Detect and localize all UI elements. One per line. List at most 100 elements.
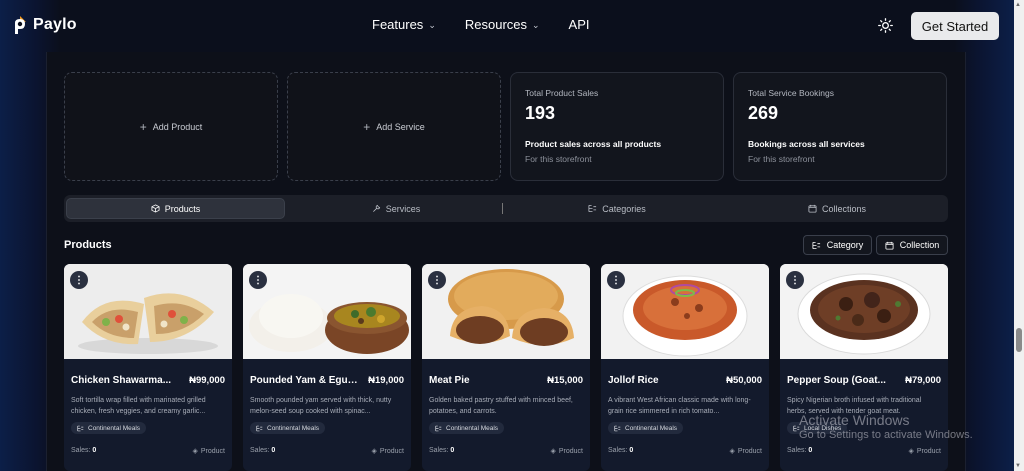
stat-card-service-bookings: Total Service Bookings 269 Bookings acro… (733, 72, 947, 181)
nav-item-label: API (568, 17, 590, 32)
calendar-icon (885, 241, 894, 250)
product-card[interactable]: ⋮ Jollof Rice ₦50,000 A vibrant West Afr… (601, 264, 769, 471)
category-badge-label: Continental Meals (267, 424, 320, 432)
product-price: ₦50,000 (726, 375, 762, 386)
product-type-label: Product (379, 447, 404, 455)
plus-icon: + (139, 119, 147, 134)
tab-products[interactable]: Products (66, 198, 285, 219)
tab-categories[interactable]: Categories (507, 198, 727, 219)
product-menu-button[interactable]: ⋮ (607, 271, 625, 289)
product-card[interactable]: ⋮ Chicken Shawarma... ₦99,000 Soft torti… (64, 264, 232, 471)
product-card[interactable]: ⋮ Pounded Yam & Egusi... ₦19,000 Smooth … (243, 264, 411, 471)
scrollbar-thumb[interactable] (1016, 328, 1022, 352)
product-category-badge: Continental Meals (608, 422, 684, 434)
product-image-pounded-yam (243, 264, 411, 359)
sales-label: Sales: (71, 447, 91, 454)
sales-count: 0 (629, 447, 634, 454)
stat-subtitle: Bookings across all services (748, 139, 865, 149)
watermark-title: Activate Windows (799, 412, 910, 428)
product-description: Golden baked pastry stuffed with minced … (429, 397, 573, 415)
calendar-icon (808, 204, 817, 213)
product-sales: Sales: 0 (71, 447, 96, 454)
dashboard-panel: + Add Product + Add Service Total Produc… (46, 52, 966, 471)
category-filter-button[interactable]: Category (803, 235, 872, 255)
product-price: ₦79,000 (905, 375, 941, 386)
product-sales: Sales: 0 (787, 447, 812, 454)
tab-services[interactable]: Services (286, 198, 506, 219)
tab-label: Services (385, 203, 421, 214)
product-category-badge: Continental Meals (429, 422, 505, 434)
product-name: Jollof Rice (608, 375, 659, 386)
box-icon: ◈ (550, 448, 556, 455)
product-image-meat-pie (422, 264, 590, 359)
nav-item-features[interactable]: Features ⌄ (372, 17, 436, 32)
scroll-up-arrow-icon[interactable]: ▲ (1015, 2, 1021, 8)
main-menu: Features ⌄ Resources ⌄ API (372, 17, 590, 32)
stat-value: 269 (748, 103, 779, 123)
product-sales: Sales: 0 (250, 447, 275, 454)
product-menu-button[interactable]: ⋮ (249, 271, 267, 289)
tab-label: Collections (821, 203, 867, 214)
sun-icon[interactable] (878, 18, 893, 33)
sales-count: 0 (92, 447, 97, 454)
box-icon: ◈ (371, 448, 377, 455)
category-icon (614, 425, 621, 431)
product-type-label: Product (916, 447, 941, 455)
product-name: Meat Pie (429, 375, 470, 386)
category-badge-label: Continental Meals (446, 424, 499, 432)
sales-count: 0 (271, 447, 276, 454)
chevron-down-icon: ⌄ (428, 20, 436, 30)
sales-label: Sales: (429, 447, 449, 454)
windows-activation-watermark: Activate Windows Go to Settings to activ… (799, 412, 973, 441)
product-price: ₦15,000 (547, 375, 583, 386)
stat-subtitle: Product sales across all products (525, 139, 662, 149)
nav-item-label: Features (372, 17, 424, 32)
product-price: ₦19,000 (368, 375, 404, 386)
product-name: Pepper Soup (Goat... (787, 375, 886, 386)
product-menu-button[interactable]: ⋮ (428, 271, 446, 289)
nav-item-label: Resources (464, 17, 527, 32)
product-menu-button[interactable]: ⋮ (786, 271, 804, 289)
sales-count: 0 (450, 447, 455, 454)
get-started-button[interactable]: Get Started (911, 12, 999, 40)
product-category-badge: Continental Meals (71, 422, 147, 434)
filter-label: Category (826, 240, 864, 250)
category-icon (256, 425, 263, 431)
product-sales: Sales: 0 (608, 447, 633, 454)
stat-note: For this storefront (748, 154, 815, 164)
add-product-card[interactable]: + Add Product (64, 72, 278, 181)
product-image-pepper-soup (780, 264, 948, 359)
paylo-logo-icon (15, 16, 26, 34)
product-type-label: Product (200, 447, 225, 455)
page-scrollbar[interactable]: ▲ ▼ (1014, 0, 1024, 471)
nav-item-resources[interactable]: Resources ⌄ (465, 17, 540, 32)
tab-collections[interactable]: Collections (727, 198, 947, 219)
nav-item-api[interactable]: API (569, 17, 590, 32)
box-icon (151, 204, 160, 213)
category-icon (812, 241, 820, 249)
stat-value: 193 (525, 103, 556, 123)
category-badge-label: Continental Meals (88, 424, 141, 432)
top-navbar: Paylo Features ⌄ Resources ⌄ API Get Sta… (0, 0, 1014, 52)
product-type: ◈ Product (908, 447, 941, 456)
plus-icon: + (363, 119, 371, 134)
category-icon (77, 425, 84, 431)
add-service-card[interactable]: + Add Service (287, 72, 501, 181)
sales-label: Sales: (250, 447, 270, 454)
product-type: ◈ Product (729, 447, 762, 456)
add-product-label: Add Product (152, 121, 203, 132)
category-icon (588, 204, 597, 213)
product-card[interactable]: ⋮ Meat Pie ₦15,000 Golden baked pastry s… (422, 264, 590, 471)
sales-label: Sales: (787, 447, 807, 454)
product-name: Chicken Shawarma... (71, 375, 172, 386)
sales-count: 0 (808, 447, 813, 454)
box-icon: ◈ (908, 448, 914, 455)
product-image-jollof-rice (601, 264, 769, 359)
product-image-shawarma (64, 264, 232, 359)
product-name: Pounded Yam & Egusi... (250, 375, 358, 386)
product-menu-button[interactable]: ⋮ (70, 271, 88, 289)
watermark-subtitle: Go to Settings to activate Windows. (799, 429, 973, 441)
scroll-down-arrow-icon[interactable]: ▼ (1015, 463, 1021, 469)
collection-filter-button[interactable]: Collection (876, 235, 948, 255)
brand-logo[interactable]: Paylo (12, 15, 77, 35)
